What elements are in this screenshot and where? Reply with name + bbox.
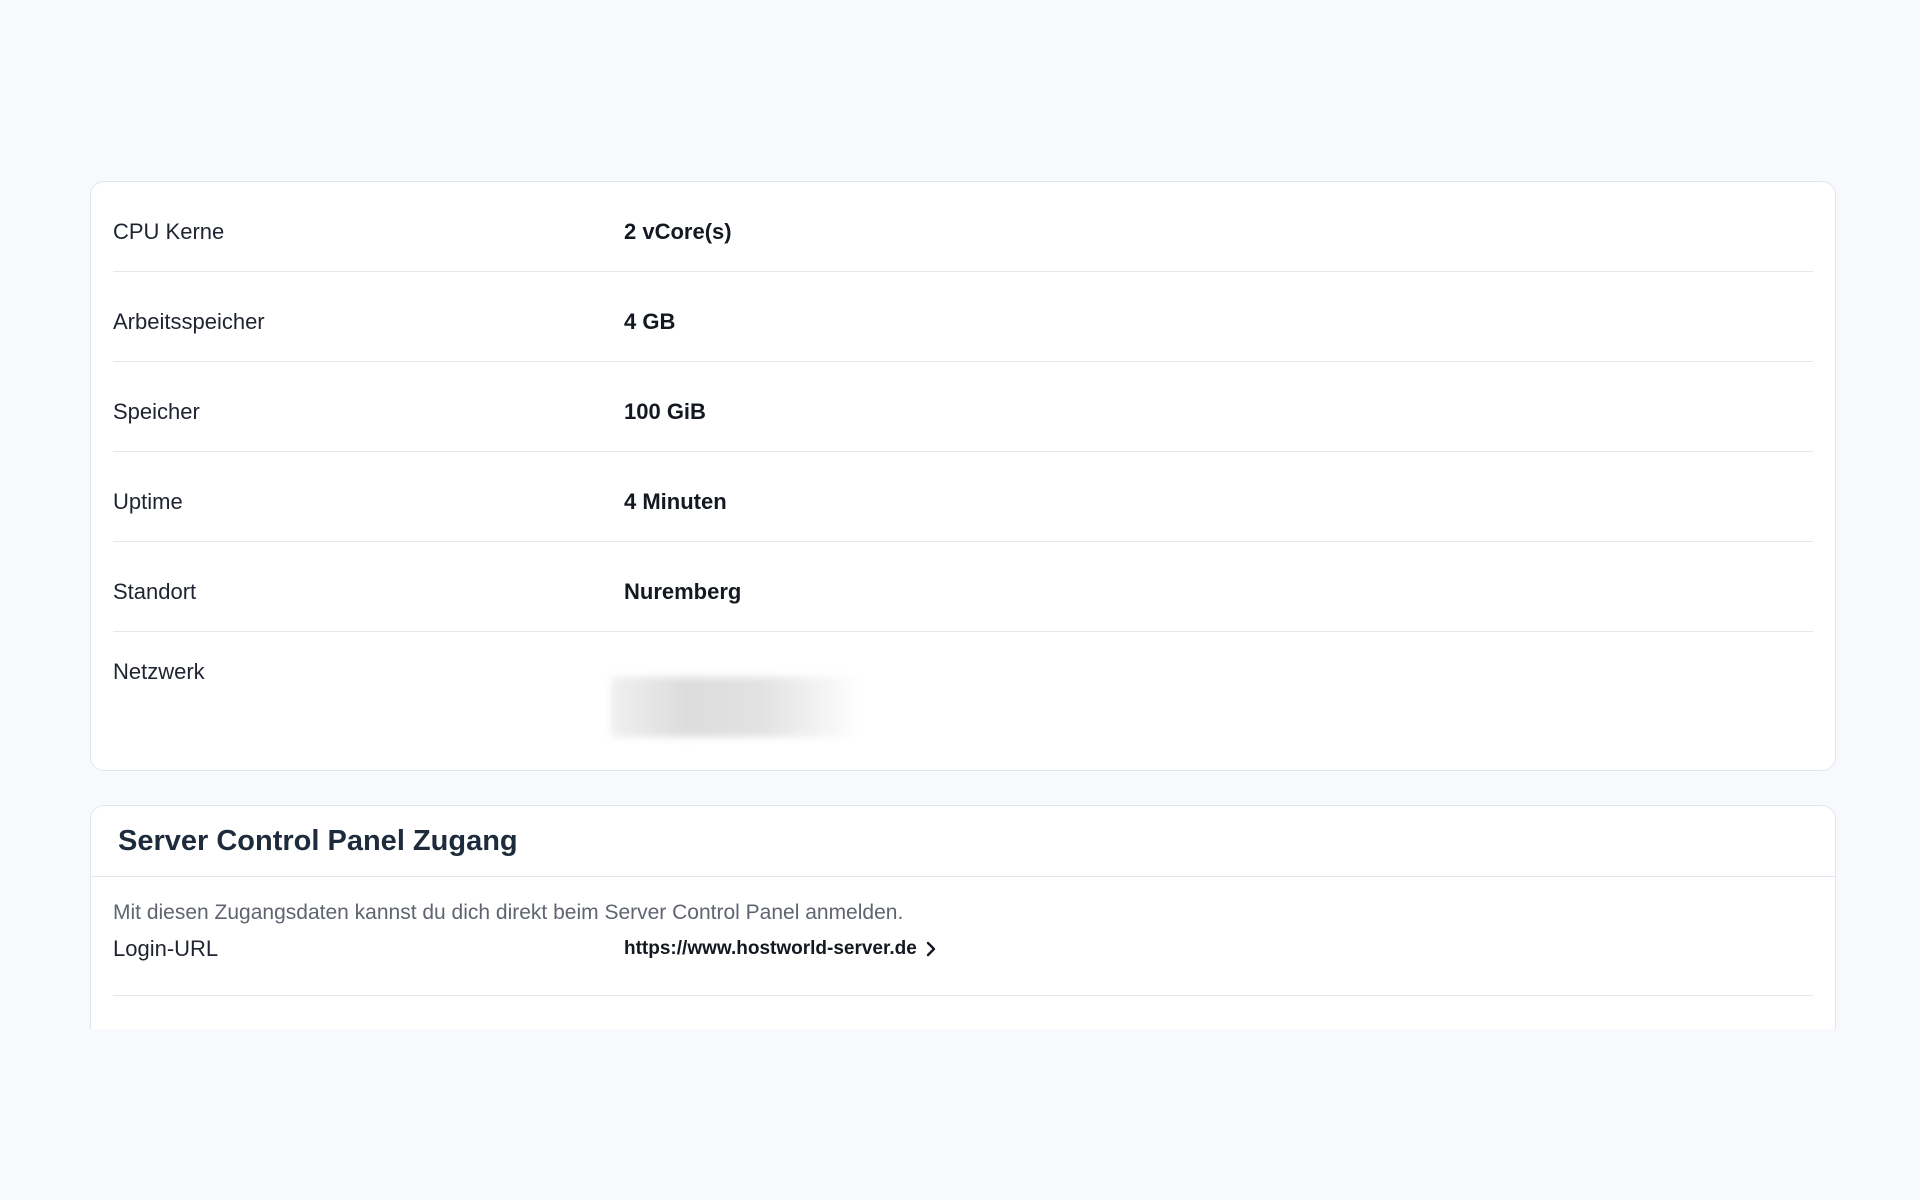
control-panel-access-card: Server Control Panel Zugang Mit diesen Z… (90, 805, 1836, 1029)
spec-row-cpu: CPU Kerne 2 vCore(s) (113, 182, 1813, 272)
spec-value: 100 GiB (624, 399, 706, 424)
spec-value: 4 GB (624, 309, 676, 334)
spec-row-uptime: Uptime 4 Minuten (113, 452, 1813, 542)
login-url-row: Login-URL https://www.hostworld-server.d… (113, 926, 1813, 996)
chevron-right-icon (926, 941, 935, 957)
spec-row-network: Netzwerk (113, 632, 1813, 772)
spec-label: Standort (113, 579, 197, 604)
login-url-link[interactable]: https://www.hostworld-server.de (624, 938, 937, 960)
spec-value: 4 Minuten (624, 489, 727, 514)
spec-label: Arbeitsspeicher (113, 309, 265, 334)
spec-label: Speicher (113, 399, 200, 424)
login-url-text: https://www.hostworld-server.de (624, 938, 917, 959)
login-url-label: Login-URL (113, 936, 219, 961)
spec-value: 2 vCore(s) (624, 219, 732, 244)
spec-label: Uptime (113, 489, 183, 514)
spec-row-location: Standort Nuremberg (113, 542, 1813, 632)
spec-row-storage: Speicher 100 GiB (113, 362, 1813, 452)
spec-label: CPU Kerne (113, 219, 225, 244)
card-header: Server Control Panel Zugang (91, 806, 1835, 877)
network-value-redacted (611, 677, 861, 737)
spec-label: Netzwerk (113, 659, 205, 684)
spec-row-memory: Arbeitsspeicher 4 GB (113, 272, 1813, 362)
server-specs-card: CPU Kerne 2 vCore(s) Arbeitsspeicher 4 G… (90, 181, 1836, 771)
section-title: Server Control Panel Zugang (118, 825, 518, 857)
page: CPU Kerne 2 vCore(s) Arbeitsspeicher 4 G… (0, 0, 1920, 1200)
spec-value: Nuremberg (624, 579, 742, 604)
section-description: Mit diesen Zugangsdaten kannst du dich d… (113, 901, 904, 924)
